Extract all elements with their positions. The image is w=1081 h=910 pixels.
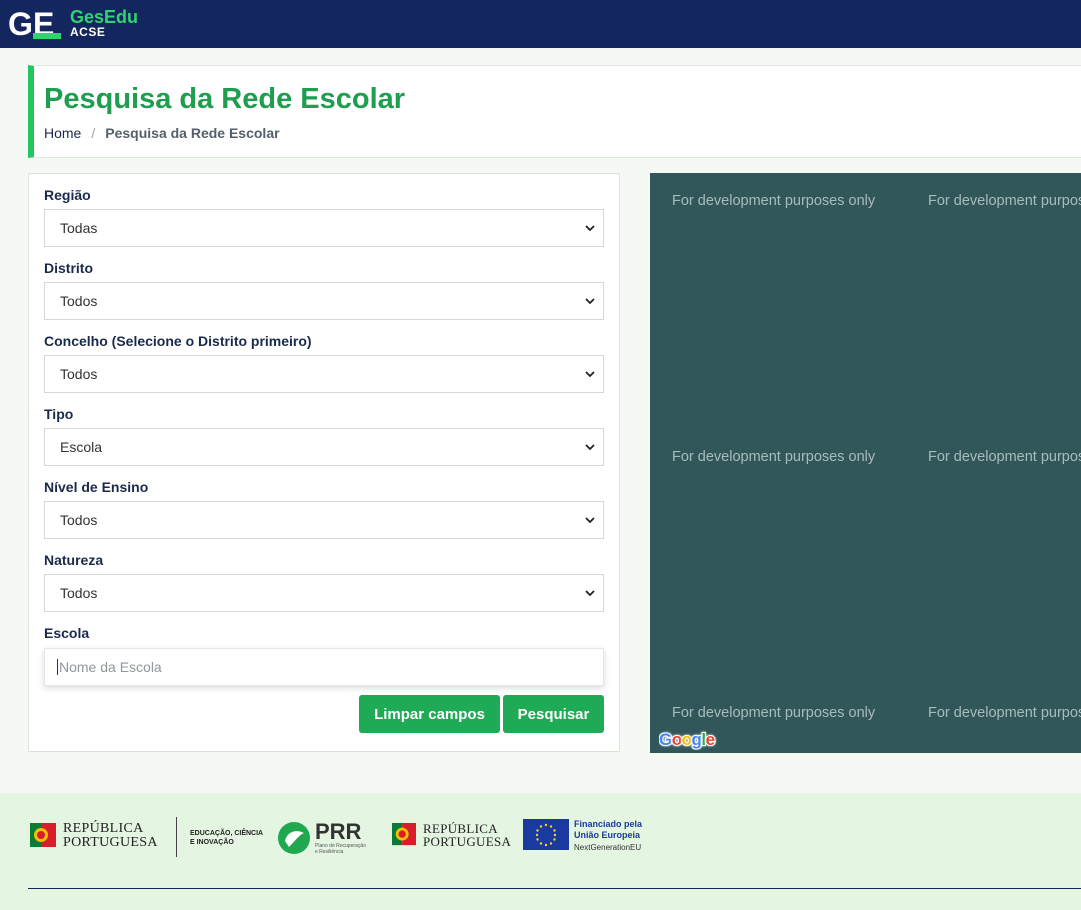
escola-placeholder: Nome da Escola <box>59 659 162 675</box>
natureza-select[interactable]: Todos <box>44 574 604 612</box>
natureza-label: Natureza <box>44 552 104 568</box>
footer-separator <box>28 888 1081 889</box>
nivel-ensino-select[interactable]: Todos <box>44 501 604 539</box>
portugal-emblem-icon <box>30 823 56 847</box>
chevron-down-icon <box>585 590 595 597</box>
concelho-value: Todos <box>60 366 98 382</box>
republica-line2: PORTUGUESA <box>423 834 512 849</box>
escola-input[interactable]: Nome da Escola <box>44 648 604 686</box>
nivel-ensino-value: Todos <box>60 512 98 528</box>
eu-funding-logo: Financiado pela União Europeia NextGener… <box>523 819 642 853</box>
breadcrumb-home-link[interactable]: Home <box>44 125 81 141</box>
tipo-select[interactable]: Escola <box>44 428 604 466</box>
breadcrumb-separator: / <box>91 125 96 141</box>
map-watermark: For development purposes only <box>928 449 1081 465</box>
map-watermark: For development purposes only <box>672 193 876 209</box>
republica-line1: REPÚBLICA <box>63 821 144 836</box>
search-form: Região Todas Distrito Todos Concelho (Se… <box>28 173 620 752</box>
eu-line3: NextGenerationEU <box>574 843 642 852</box>
escola-label: Escola <box>44 625 90 641</box>
prr-logo: PRR Plano de Recuperação e Resiliência <box>277 821 366 855</box>
text-caret <box>57 659 58 675</box>
gesedu-logo-icon[interactable]: G E <box>8 6 64 40</box>
map-watermark: For development purposes only <box>928 193 1081 209</box>
map-watermark: For development purposes only <box>928 705 1081 721</box>
google-logo-icon[interactable]: Google <box>659 728 719 750</box>
concelho-select[interactable]: Todos <box>44 355 604 393</box>
chevron-down-icon <box>585 298 595 305</box>
ministerio-text: EDUCAÇÃO, CIÊNCIA E INOVAÇÃO <box>190 829 263 847</box>
breadcrumb-current: Pesquisa da Rede Escolar <box>105 125 280 141</box>
search-button[interactable]: Pesquisar <box>503 695 604 733</box>
svg-text:G: G <box>8 6 33 40</box>
edu-line2: E INOVAÇÃO <box>190 839 234 846</box>
prr-sub2: e Resiliência <box>315 849 344 855</box>
chevron-down-icon <box>585 444 595 451</box>
republica-portuguesa-logo: REPÚBLICA PORTUGUESA <box>30 819 158 853</box>
edu-line1: EDUCAÇÃO, CIÊNCIA <box>190 830 264 837</box>
concelho-label: Concelho (Selecione o Distrito primeiro) <box>44 333 312 349</box>
prr-label: PRR <box>315 819 362 844</box>
page-title: Pesquisa da Rede Escolar <box>44 83 406 115</box>
distrito-value: Todos <box>60 293 98 309</box>
page-header: Pesquisa da Rede Escolar Home / Pesquisa… <box>28 65 1081 158</box>
regiao-label: Região <box>44 187 91 203</box>
eu-line2: União Europeia <box>574 830 641 840</box>
distrito-label: Distrito <box>44 260 93 276</box>
footer-divider <box>176 817 177 857</box>
tipo-value: Escola <box>60 439 103 455</box>
top-bar: G E GesEdu ACSE <box>0 0 1081 48</box>
republica-line2: PORTUGUESA <box>63 835 158 850</box>
footer: REPÚBLICA PORTUGUESA EDUCAÇÃO, CIÊNCIA E… <box>0 793 1081 910</box>
regiao-value: Todas <box>60 220 98 236</box>
svg-text:Google: Google <box>659 730 715 749</box>
map-watermark: For development purposes only <box>672 705 876 721</box>
chevron-down-icon <box>585 371 595 378</box>
app-subname[interactable]: ACSE <box>70 25 105 39</box>
portugal-emblem-icon <box>392 823 416 846</box>
natureza-value: Todos <box>60 585 98 601</box>
clear-fields-button[interactable]: Limpar campos <box>359 695 500 733</box>
chevron-down-icon <box>585 225 595 232</box>
republica-portuguesa-logo-2: REPÚBLICA PORTUGUESA <box>392 819 511 851</box>
map-watermark: For development purposes only <box>672 449 876 465</box>
regiao-select[interactable]: Todas <box>44 209 604 247</box>
breadcrumb: Home / Pesquisa da Rede Escolar <box>44 125 280 141</box>
distrito-select[interactable]: Todos <box>44 282 604 320</box>
tipo-label: Tipo <box>44 406 74 422</box>
map-view[interactable]: For development purposes only For develo… <box>650 173 1081 753</box>
eu-line1: Financiado pela <box>574 819 643 829</box>
eu-flag-icon <box>523 819 569 850</box>
nivel-ensino-label: Nível de Ensino <box>44 479 149 495</box>
chevron-down-icon <box>585 517 595 524</box>
prr-circle-icon <box>278 822 310 854</box>
